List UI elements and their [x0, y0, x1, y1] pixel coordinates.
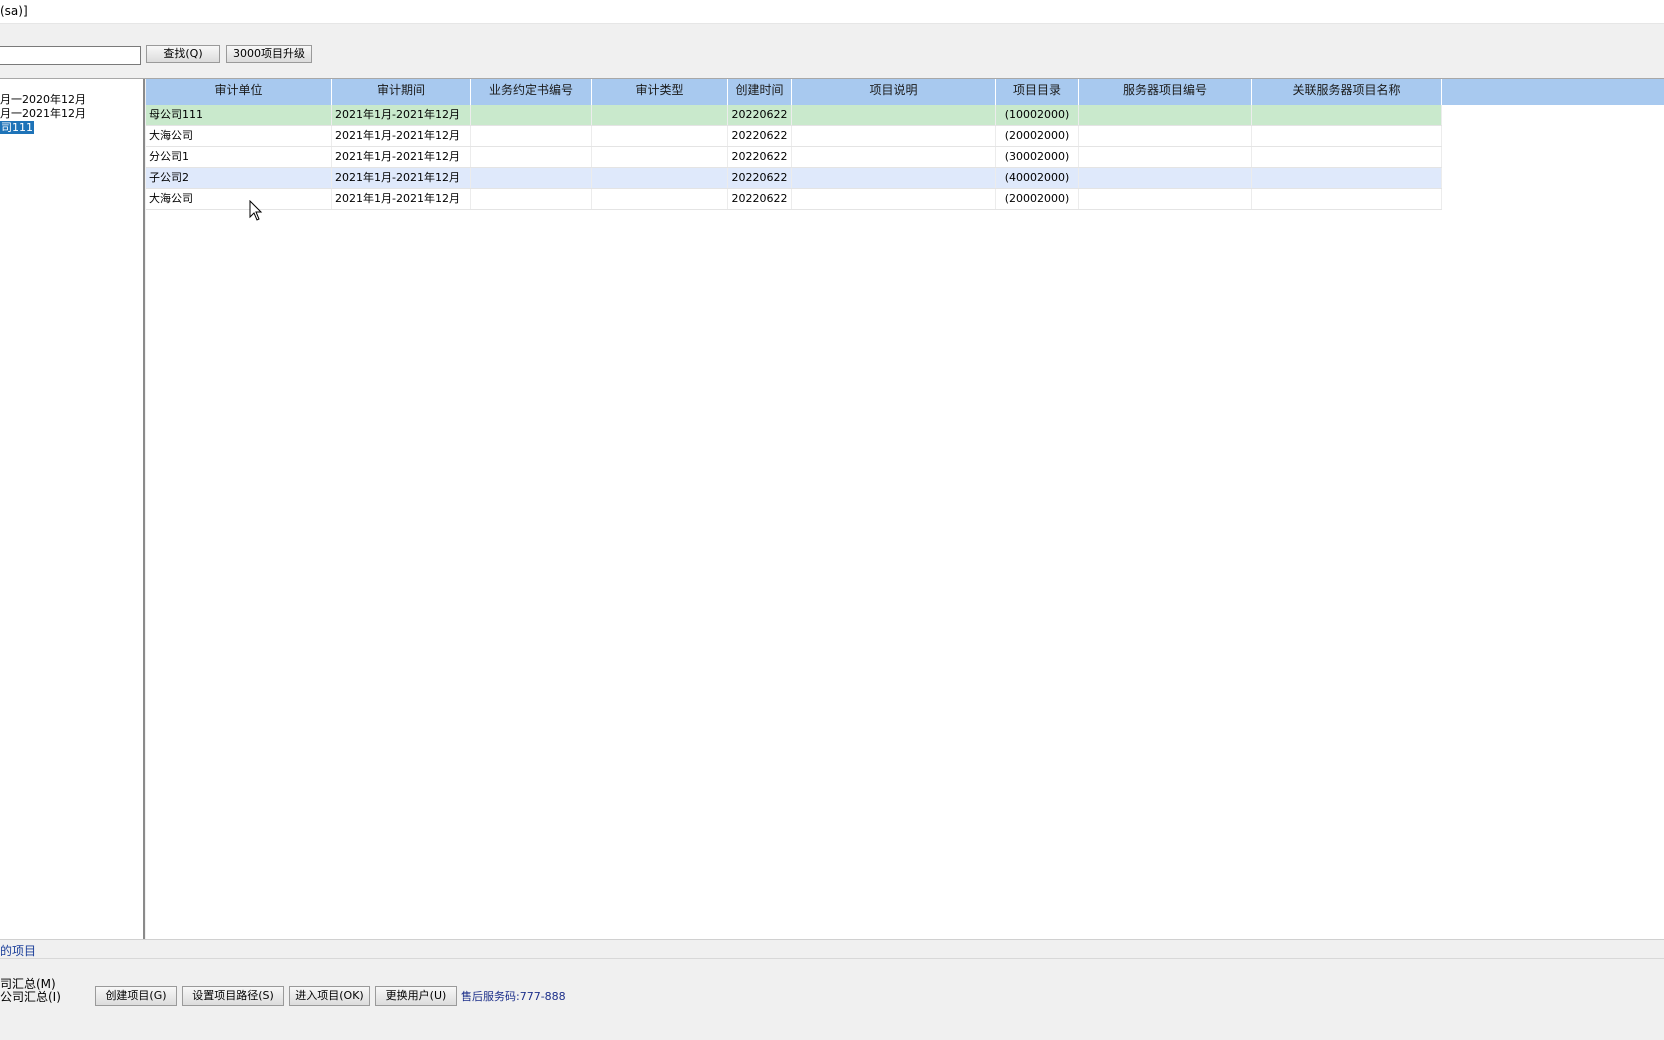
- find-button[interactable]: 查找(Q): [146, 45, 220, 63]
- cell-audit-period: 2021年1月-2021年12月: [332, 168, 471, 188]
- cell-contract-number: [471, 126, 592, 146]
- cell-contract-number: [471, 105, 592, 125]
- column-header-audit-unit[interactable]: 审计单位: [146, 79, 332, 105]
- cell-directory: (30002000): [996, 147, 1079, 167]
- table-header: 审计单位 审计期间 业务约定书编号 审计类型 创建时间 项目说明 项目目录 服务…: [146, 79, 1664, 105]
- change-user-button[interactable]: 更换用户(U): [375, 986, 457, 1006]
- project-table: 审计单位 审计期间 业务约定书编号 审计类型 创建时间 项目说明 项目目录 服务…: [146, 79, 1664, 939]
- cell-directory: (10002000): [996, 105, 1079, 125]
- cell-server-project-name: [1252, 105, 1442, 125]
- cell-created-time: 20220622: [728, 126, 792, 146]
- cell-audit-period: 2021年1月-2021年12月: [332, 189, 471, 209]
- cell-description: [792, 168, 996, 188]
- tree-item-selected-company[interactable]: 司111: [0, 121, 34, 134]
- table-row[interactable]: 大海公司 2021年1月-2021年12月 20220622 (20002000…: [146, 189, 1442, 210]
- cell-directory: (20002000): [996, 126, 1079, 146]
- project-tree: 月一2020年12月 月一2021年12月 司111: [0, 79, 145, 939]
- cell-audit-unit: 大海公司: [146, 189, 332, 209]
- cell-audit-unit: 大海公司: [146, 126, 332, 146]
- column-header-contract-number[interactable]: 业务约定书编号: [471, 79, 592, 105]
- cell-contract-number: [471, 168, 592, 188]
- cell-contract-number: [471, 189, 592, 209]
- service-code: 售后服务码:777-888: [461, 990, 566, 1003]
- cell-audit-type: [592, 168, 728, 188]
- table-row[interactable]: 大海公司 2021年1月-2021年12月 20220622 (20002000…: [146, 126, 1442, 147]
- cell-server-project-number: [1079, 189, 1252, 209]
- enter-project-button[interactable]: 进入项目(OK): [289, 986, 370, 1006]
- cell-server-project-number: [1079, 105, 1252, 125]
- table-row[interactable]: 母公司111 2021年1月-2021年12月 20220622 (100020…: [146, 105, 1442, 126]
- cell-created-time: 20220622: [728, 147, 792, 167]
- column-header-server-project-number[interactable]: 服务器项目编号: [1079, 79, 1252, 105]
- column-header-created-time[interactable]: 创建时间: [728, 79, 792, 105]
- cell-server-project-number: [1079, 126, 1252, 146]
- option-summary-i[interactable]: 公司汇总(I): [0, 988, 61, 1005]
- title-bar: (sa)]: [0, 0, 1664, 24]
- cell-contract-number: [471, 147, 592, 167]
- cell-server-project-name: [1252, 189, 1442, 209]
- cell-description: [792, 147, 996, 167]
- column-header-server-project-name[interactable]: 关联服务器项目名称: [1252, 79, 1442, 105]
- cell-created-time: 20220622: [728, 105, 792, 125]
- column-header-audit-type[interactable]: 审计类型: [592, 79, 728, 105]
- window-title: (sa)]: [0, 4, 28, 18]
- cell-description: [792, 126, 996, 146]
- column-header-audit-period[interactable]: 审计期间: [332, 79, 471, 105]
- cell-audit-period: 2021年1月-2021年12月: [332, 105, 471, 125]
- table-row[interactable]: 子公司2 2021年1月-2021年12月 20220622 (40002000…: [146, 168, 1442, 189]
- cell-created-time: 20220622: [728, 189, 792, 209]
- status-text: 的项目: [0, 944, 37, 958]
- cell-directory: (40002000): [996, 168, 1079, 188]
- cell-server-project-name: [1252, 147, 1442, 167]
- cell-audit-type: [592, 189, 728, 209]
- cell-server-project-number: [1079, 168, 1252, 188]
- column-header-description[interactable]: 项目说明: [792, 79, 996, 105]
- cell-audit-period: 2021年1月-2021年12月: [332, 126, 471, 146]
- cell-audit-type: [592, 126, 728, 146]
- search-input[interactable]: [0, 46, 141, 65]
- cell-audit-type: [592, 105, 728, 125]
- cell-created-time: 20220622: [728, 168, 792, 188]
- cell-audit-unit: 子公司2: [146, 168, 332, 188]
- create-project-button[interactable]: 创建项目(G): [95, 986, 177, 1006]
- status-bar: 的项目: [0, 939, 1664, 959]
- mouse-pointer-icon: [249, 200, 263, 221]
- cell-server-project-number: [1079, 147, 1252, 167]
- tree-item-2020[interactable]: 月一2020年12月: [0, 93, 86, 106]
- tree-item-2021[interactable]: 月一2021年12月: [0, 107, 86, 120]
- cell-audit-unit: 母公司111: [146, 105, 332, 125]
- set-project-path-button[interactable]: 设置项目路径(S): [182, 986, 284, 1006]
- cell-description: [792, 189, 996, 209]
- column-header-directory[interactable]: 项目目录: [996, 79, 1079, 105]
- cell-audit-type: [592, 147, 728, 167]
- cell-description: [792, 105, 996, 125]
- cell-server-project-name: [1252, 168, 1442, 188]
- table-row[interactable]: 分公司1 2021年1月-2021年12月 20220622 (30002000…: [146, 147, 1442, 168]
- cell-directory: (20002000): [996, 189, 1079, 209]
- cell-audit-unit: 分公司1: [146, 147, 332, 167]
- cell-audit-period: 2021年1月-2021年12月: [332, 147, 471, 167]
- upgrade-3000-button[interactable]: 3000项目升级: [226, 45, 312, 63]
- cell-server-project-name: [1252, 126, 1442, 146]
